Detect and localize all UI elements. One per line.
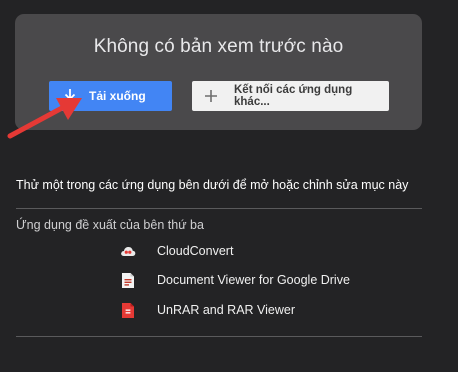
app-item-unrar[interactable]: UnRAR and RAR Viewer: [120, 300, 295, 320]
bottom-divider: [16, 336, 422, 337]
unrar-icon: [120, 302, 136, 318]
cloudconvert-icon: [120, 243, 136, 259]
app-item-cloudconvert[interactable]: CloudConvert: [120, 241, 233, 261]
connect-apps-button[interactable]: Kết nối các ứng dụng khác...: [192, 81, 389, 111]
connect-apps-label: Kết nối các ứng dụng khác...: [234, 84, 353, 108]
app-name: CloudConvert: [157, 244, 234, 258]
no-preview-title: Không có bản xem trước nào: [93, 36, 344, 57]
plus-icon: [205, 90, 217, 102]
app-item-document-viewer[interactable]: Document Viewer for Google Drive: [120, 270, 350, 290]
app-name: Document Viewer for Google Drive: [157, 273, 350, 287]
section-divider: [16, 208, 422, 209]
red-arrow-annotation: [7, 98, 82, 139]
suggested-apps-label: Ứng dụng đề xuất của bên thứ ba: [16, 218, 204, 232]
app-name: UnRAR and RAR Viewer: [157, 303, 296, 317]
open-with-heading: Thử một trong các ứng dụng bên dưới để m…: [16, 178, 409, 192]
download-button-label: Tải xuống: [89, 89, 146, 103]
document-viewer-icon: [120, 272, 136, 288]
